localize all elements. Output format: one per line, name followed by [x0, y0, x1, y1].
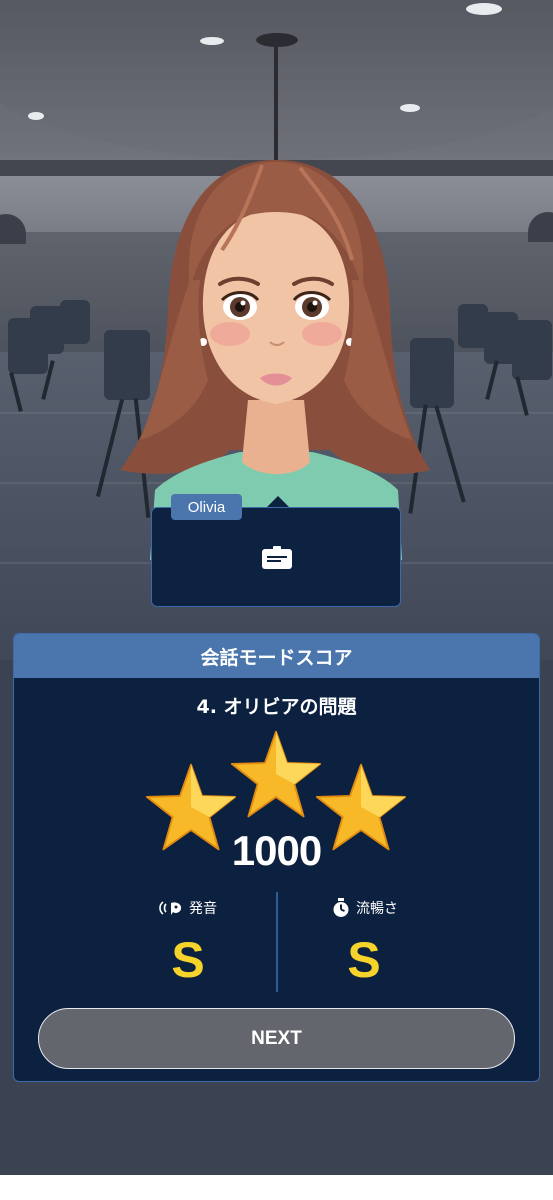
score-panel-header: 会話モードスコア: [14, 634, 539, 678]
pronunciation-text: 発音: [189, 901, 217, 917]
stopwatch-icon: [333, 898, 349, 917]
fluency-grade: S: [347, 932, 381, 988]
fluency-label: 流暢さ: [332, 898, 398, 918]
pronunciation-icon: [159, 901, 182, 915]
total-score: 1000: [231, 827, 322, 874]
star-icon: [230, 730, 322, 818]
metric-divider: [276, 892, 278, 992]
lesson-title: 4. オリビアの問題: [196, 696, 357, 718]
avatar-olivia: [120, 160, 430, 560]
speaker-name-tag: Olivia: [171, 494, 242, 520]
pronunciation-label: 発音: [157, 898, 217, 918]
next-button[interactable]: NEXT: [38, 1008, 515, 1069]
fluency-text: 流暢さ: [356, 901, 398, 917]
score-panel: 会話モードスコア 4. オリビアの問題 1000 発音 S 流暢さ S NEXT: [13, 633, 540, 1082]
chat-bubble-icon[interactable]: [261, 546, 293, 570]
pronunciation-grade: S: [171, 932, 205, 988]
bottom-safe-area: [0, 1175, 553, 1200]
